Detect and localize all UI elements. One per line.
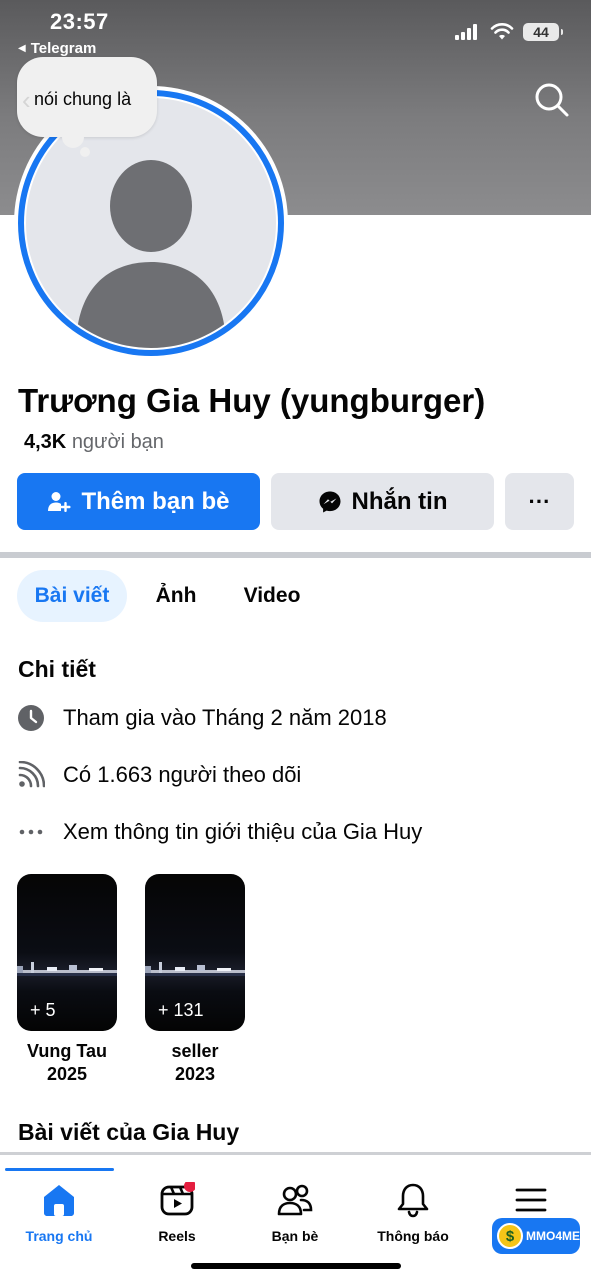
details-title: Chi tiết	[18, 656, 96, 682]
friends-count-label: người bạn	[71, 431, 164, 453]
city-lights-image	[145, 962, 245, 976]
add-friend-button[interactable]: Thêm bạn bè	[17, 473, 260, 530]
city-lights-image	[17, 962, 117, 976]
profile-note-bubble[interactable]: ‹ nói chung là	[17, 57, 157, 137]
message-button[interactable]: Nhắn tin	[271, 473, 494, 530]
note-text: nói chung là	[34, 89, 132, 109]
back-triangle-icon: ◀	[18, 43, 26, 54]
highlight-cover: + 131	[145, 874, 245, 1031]
detail-followers-text: Có 1.663 người theo dõi	[63, 762, 302, 787]
watermark-logo: $ MMO4ME	[492, 1218, 580, 1254]
highlight-label: seller 2023	[171, 1041, 219, 1084]
detail-followers[interactable]: Có 1.663 người theo dõi	[17, 760, 301, 790]
highlight-count: + 5	[30, 1000, 56, 1020]
notification-dot	[184, 1182, 195, 1192]
back-app-label: Telegram	[30, 40, 97, 57]
back-to-app-link[interactable]: ◀ Telegram	[18, 40, 96, 57]
nav-home[interactable]: Trang chủ	[0, 1168, 118, 1258]
friends-count[interactable]: 4,3K người bạn	[24, 431, 164, 454]
tab-photos[interactable]: Ảnh	[148, 570, 204, 622]
watermark-text: MMO4ME	[526, 1229, 580, 1243]
detail-joined-text: Tham gia vào Tháng 2 năm 2018	[63, 705, 387, 730]
section-divider	[0, 552, 591, 558]
messenger-icon	[319, 491, 340, 512]
status-bar: 23:57 ◀ Telegram 44	[0, 0, 591, 60]
detail-see-about[interactable]: Xem thông tin giới thiệu của Gia Huy	[17, 817, 422, 847]
more-options-button[interactable]: ···	[505, 473, 574, 530]
battery-indicator: 44	[523, 23, 563, 41]
detail-joined: Tham gia vào Tháng 2 năm 2018	[17, 703, 387, 733]
highlight-count: + 131	[158, 1000, 204, 1020]
more-dots-icon	[19, 829, 43, 835]
chevron-left-icon: ‹	[22, 85, 31, 115]
profile-name: Trương Gia Huy (yungburger)	[18, 382, 486, 419]
highlight-item[interactable]: + 131 seller 2023	[145, 874, 245, 1086]
add-friend-label: Thêm bạn bè	[81, 487, 230, 515]
more-options-label: ···	[528, 488, 551, 514]
home-indicator[interactable]	[191, 1263, 401, 1269]
wifi-icon	[490, 23, 514, 40]
bottom-nav-divider	[0, 1152, 591, 1155]
home-icon	[44, 1185, 74, 1216]
nav-friends[interactable]: Bạn bè	[236, 1168, 354, 1258]
note-bubble-dot-large	[62, 126, 84, 148]
bell-icon	[397, 1183, 429, 1218]
message-label: Nhắn tin	[351, 487, 448, 515]
friends-icon	[277, 1184, 313, 1216]
tab-posts[interactable]: Bài viết	[17, 570, 127, 622]
nav-reels-label: Reels	[158, 1228, 196, 1244]
note-bubble-dot-small	[80, 147, 90, 157]
nav-reels[interactable]: Reels	[118, 1168, 236, 1258]
highlight-item[interactable]: + 5 Vung Tau 2025	[17, 874, 117, 1086]
nav-friends-label: Bạn bè	[271, 1228, 319, 1244]
status-time: 23:57	[50, 9, 109, 34]
nav-home-label: Trang chủ	[25, 1228, 93, 1244]
highlight-label: Vung Tau 2025	[27, 1041, 107, 1084]
search-icon[interactable]	[532, 80, 572, 120]
clock-icon	[18, 705, 44, 731]
add-friend-icon	[48, 491, 71, 512]
friends-count-value: 4,3K	[24, 431, 67, 453]
cellular-signal-icon	[455, 24, 481, 40]
reels-icon	[160, 1182, 195, 1216]
posts-section-title: Bài viết của Gia Huy	[18, 1119, 240, 1145]
rss-follow-icon	[18, 761, 45, 788]
menu-icon	[515, 1188, 547, 1212]
nav-notifications-label: Thông báo	[377, 1228, 449, 1244]
highlight-cover: + 5	[17, 874, 117, 1031]
tab-videos[interactable]: Video	[236, 570, 308, 622]
dollar-coin-icon: $	[497, 1223, 523, 1249]
nav-notifications[interactable]: Thông báo	[354, 1168, 472, 1258]
detail-see-about-text: Xem thông tin giới thiệu của Gia Huy	[63, 819, 423, 844]
